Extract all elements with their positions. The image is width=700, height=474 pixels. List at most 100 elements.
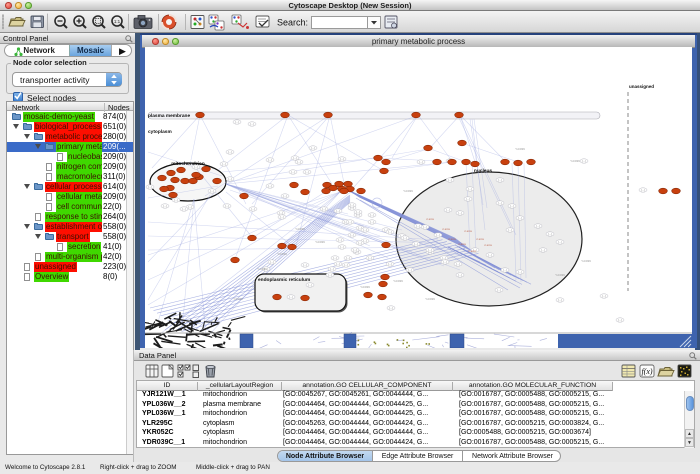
svg-text:(...): (...) bbox=[498, 201, 503, 205]
svg-text:(...): (...) bbox=[558, 240, 563, 244]
svg-text:(...): (...) bbox=[388, 230, 393, 234]
svg-text:cytoplasm: cytoplasm bbox=[148, 129, 172, 135]
svg-text:(...): (...) bbox=[548, 232, 553, 236]
svg-text:Ydr039: Ydr039 bbox=[403, 189, 413, 193]
svg-text:(...): (...) bbox=[250, 122, 255, 126]
svg-text:(...): (...) bbox=[210, 189, 215, 193]
svg-text:endoplasmic reticulum: endoplasmic reticulum bbox=[258, 277, 310, 283]
svg-text:(...): (...) bbox=[468, 187, 473, 191]
svg-text:(...): (...) bbox=[291, 170, 296, 174]
svg-text:(...): (...) bbox=[503, 268, 508, 272]
svg-text:(...): (...) bbox=[389, 306, 394, 310]
svg-text:(...): (...) bbox=[228, 150, 233, 154]
svg-text:(...): (...) bbox=[536, 224, 541, 228]
svg-text:(...): (...) bbox=[466, 197, 471, 201]
svg-text:(...): (...) bbox=[340, 245, 345, 249]
svg-text:(...): (...) bbox=[510, 204, 515, 208]
svg-text:Ydr039: Ydr039 bbox=[515, 147, 525, 151]
svg-text:(...): (...) bbox=[346, 256, 351, 260]
svg-text:YLR295: YLR295 bbox=[484, 245, 493, 247]
svg-text:(...): (...) bbox=[336, 209, 341, 213]
svg-text:Ydr039: Ydr039 bbox=[425, 297, 435, 301]
svg-text:nucleus: nucleus bbox=[474, 168, 492, 174]
svg-text:(...): (...) bbox=[235, 120, 240, 124]
svg-text:(...): (...) bbox=[497, 288, 502, 292]
svg-text:(...): (...) bbox=[283, 194, 288, 198]
svg-text:(...): (...) bbox=[297, 160, 302, 164]
svg-text:(...): (...) bbox=[350, 203, 355, 207]
svg-text:(...): (...) bbox=[293, 156, 298, 160]
svg-text:(...): (...) bbox=[388, 262, 393, 266]
svg-text:(...): (...) bbox=[558, 298, 563, 302]
svg-text:(...): (...) bbox=[363, 228, 368, 232]
svg-text:(...): (...) bbox=[289, 295, 294, 299]
svg-text:YLR295: YLR295 bbox=[426, 219, 435, 221]
svg-text:(...): (...) bbox=[456, 262, 461, 266]
svg-text:Search:: Search: bbox=[277, 18, 308, 28]
svg-text:(...): (...) bbox=[436, 233, 441, 237]
svg-text:Ydr039: Ydr039 bbox=[581, 259, 591, 263]
svg-text:(...): (...) bbox=[251, 207, 256, 211]
svg-text:(...): (...) bbox=[305, 170, 310, 174]
svg-text:(...): (...) bbox=[518, 270, 523, 274]
svg-text:(...): (...) bbox=[582, 159, 587, 163]
svg-text:(...): (...) bbox=[350, 233, 355, 237]
svg-text:(...): (...) bbox=[368, 256, 373, 260]
svg-text:(...): (...) bbox=[414, 242, 419, 246]
svg-text:(...): (...) bbox=[268, 158, 273, 162]
svg-text:(...): (...) bbox=[403, 236, 408, 240]
svg-text:(...): (...) bbox=[330, 267, 335, 271]
svg-text:(...): (...) bbox=[541, 248, 546, 252]
svg-text:(...): (...) bbox=[618, 318, 623, 322]
svg-text:(...): (...) bbox=[148, 185, 153, 189]
svg-text:(...): (...) bbox=[602, 294, 607, 298]
svg-text:Ydr039: Ydr039 bbox=[233, 297, 243, 301]
svg-text:(...): (...) bbox=[488, 253, 493, 257]
svg-text:(...): (...) bbox=[641, 188, 646, 192]
svg-text:YLR295: YLR295 bbox=[448, 239, 457, 241]
svg-text:(...): (...) bbox=[328, 273, 333, 277]
svg-text:(...): (...) bbox=[174, 198, 179, 202]
svg-text:Ydr039: Ydr039 bbox=[315, 240, 325, 244]
svg-text:(...): (...) bbox=[268, 184, 273, 188]
svg-text:(...): (...) bbox=[370, 213, 375, 217]
svg-text:plasma membrane: plasma membrane bbox=[148, 113, 190, 119]
svg-text:YLR295: YLR295 bbox=[468, 251, 477, 253]
svg-text:YLR295: YLR295 bbox=[464, 231, 473, 233]
svg-text:(...): (...) bbox=[446, 208, 451, 212]
svg-text:unassigned: unassigned bbox=[629, 84, 654, 89]
svg-text:YLR295: YLR295 bbox=[458, 244, 467, 246]
svg-text:Ydr039: Ydr039 bbox=[257, 267, 267, 271]
svg-text:Ydr039: Ydr039 bbox=[295, 227, 305, 231]
svg-text:(...): (...) bbox=[308, 283, 313, 287]
svg-text:(...): (...) bbox=[518, 216, 523, 220]
svg-text:(...): (...) bbox=[338, 238, 343, 242]
svg-text:(...): (...) bbox=[508, 228, 513, 232]
svg-text:(...): (...) bbox=[333, 256, 338, 260]
svg-text:YLR295: YLR295 bbox=[442, 229, 451, 231]
svg-text:(...): (...) bbox=[408, 268, 413, 272]
svg-text:(...): (...) bbox=[356, 210, 361, 214]
svg-text:Ydr039: Ydr039 bbox=[360, 285, 370, 289]
svg-text:(...): (...) bbox=[419, 160, 424, 164]
svg-text:(...): (...) bbox=[423, 225, 428, 229]
svg-text:(...): (...) bbox=[498, 178, 503, 182]
svg-text:(...): (...) bbox=[163, 204, 168, 208]
svg-text:(...): (...) bbox=[458, 211, 463, 215]
svg-text:Ydr039: Ydr039 bbox=[555, 273, 565, 277]
svg-text:(...): (...) bbox=[336, 262, 341, 266]
svg-text:f(x): f(x) bbox=[641, 367, 652, 376]
svg-text:(...): (...) bbox=[370, 220, 375, 224]
svg-text:(...): (...) bbox=[182, 207, 187, 211]
svg-text:(...): (...) bbox=[443, 260, 448, 264]
svg-text:Ydr039: Ydr039 bbox=[570, 159, 580, 163]
svg-text:(...): (...) bbox=[322, 207, 327, 211]
svg-text:(...): (...) bbox=[228, 177, 233, 181]
svg-text:(...): (...) bbox=[225, 204, 230, 208]
svg-text:mitochondrion: mitochondrion bbox=[171, 161, 205, 167]
svg-text:(...): (...) bbox=[311, 146, 316, 150]
svg-text:(...): (...) bbox=[340, 157, 345, 161]
svg-text:(...): (...) bbox=[448, 178, 453, 182]
svg-text:(...): (...) bbox=[270, 260, 275, 264]
svg-text:Ydr039: Ydr039 bbox=[277, 252, 287, 256]
